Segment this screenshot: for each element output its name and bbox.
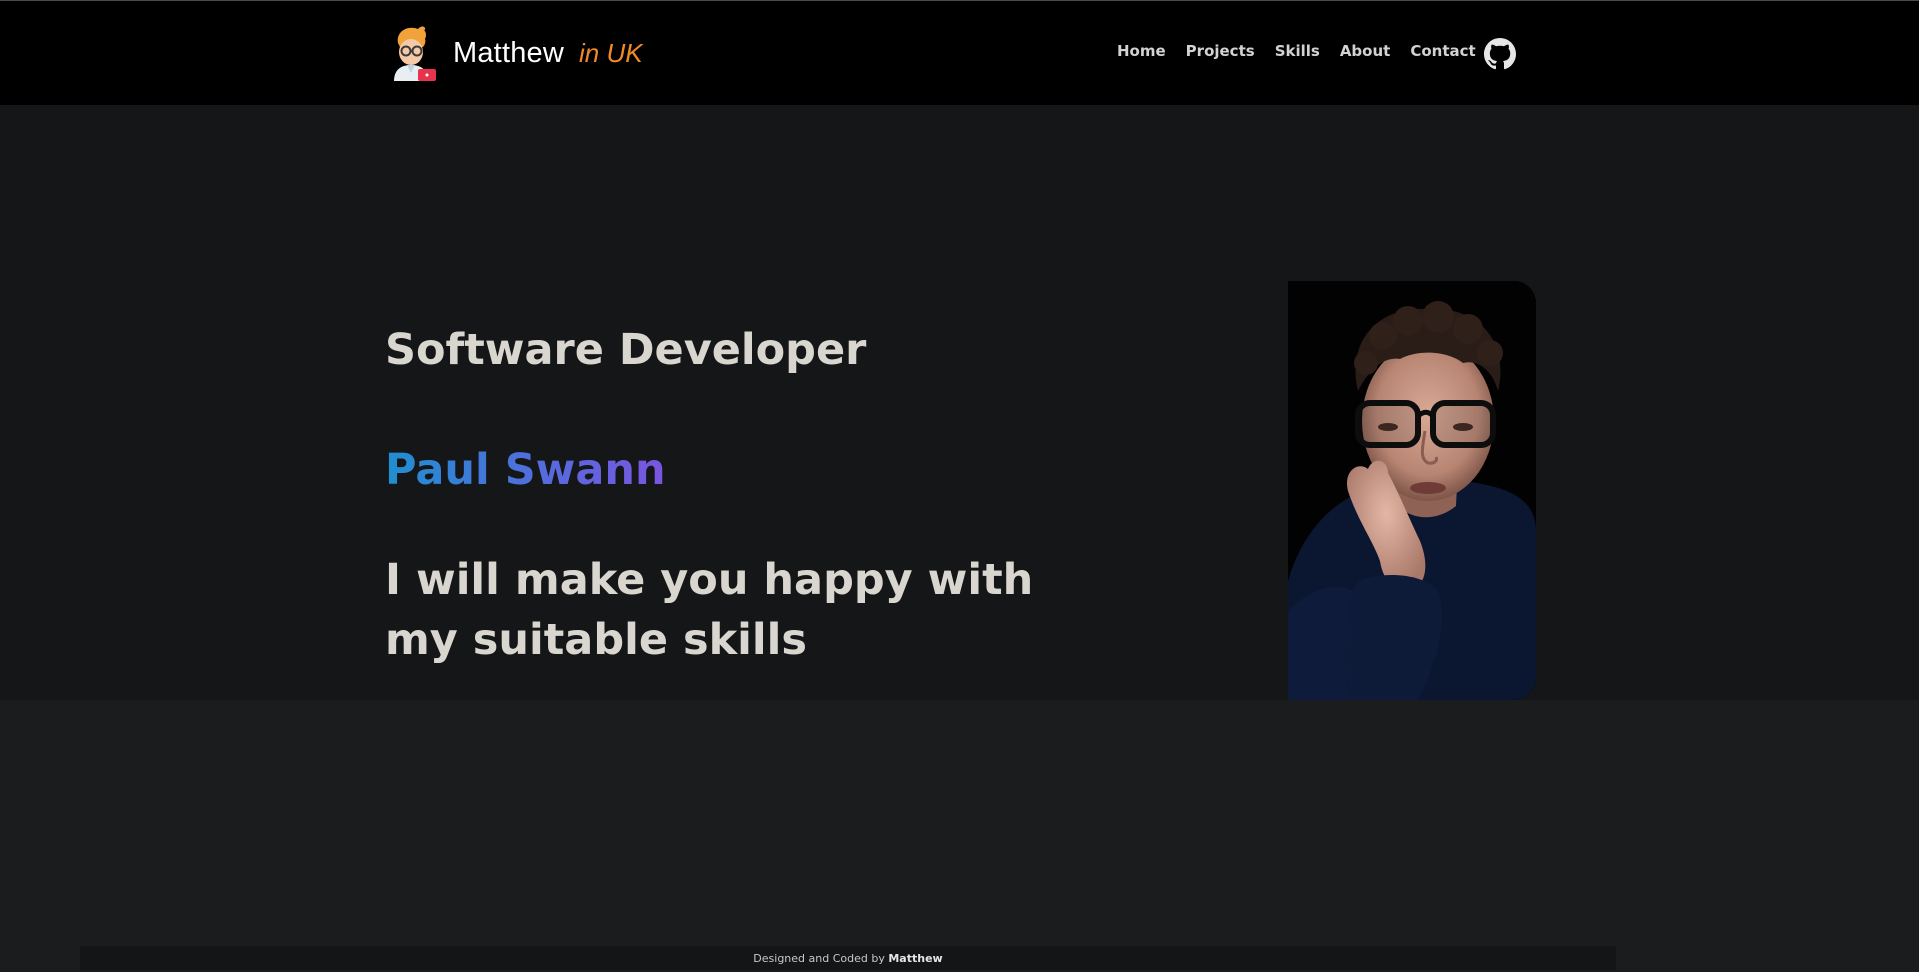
nav-skills[interactable]: Skills bbox=[1275, 42, 1320, 60]
nav-contact[interactable]: Contact bbox=[1410, 42, 1475, 60]
profile-photo bbox=[1288, 281, 1536, 700]
hero-role: Software Developer bbox=[385, 325, 867, 375]
nav-projects[interactable]: Projects bbox=[1186, 42, 1255, 60]
navbar: Matthew in UK Home Projects Skills About… bbox=[0, 1, 1919, 105]
profile-photo-illustration bbox=[1288, 281, 1536, 700]
footer: Designed and Coded by Matthew bbox=[80, 946, 1616, 970]
hero-tagline: I will make you happy with my suitable s… bbox=[385, 555, 1034, 665]
developer-avatar-logo bbox=[394, 26, 436, 81]
brand-location: in UK bbox=[579, 37, 643, 68]
nav-links: Home Projects Skills About Contact bbox=[1117, 42, 1496, 60]
nav-about[interactable]: About bbox=[1340, 42, 1391, 60]
hero-name: Paul Swann bbox=[385, 445, 666, 495]
footer-prefix: Designed and Coded by bbox=[753, 952, 885, 965]
github-icon[interactable] bbox=[1484, 38, 1516, 70]
brand-name: Matthew bbox=[453, 36, 564, 69]
brand-link[interactable]: Matthew in UK bbox=[388, 25, 643, 81]
footer-author: Matthew bbox=[888, 952, 943, 965]
nav-home[interactable]: Home bbox=[1117, 42, 1166, 60]
